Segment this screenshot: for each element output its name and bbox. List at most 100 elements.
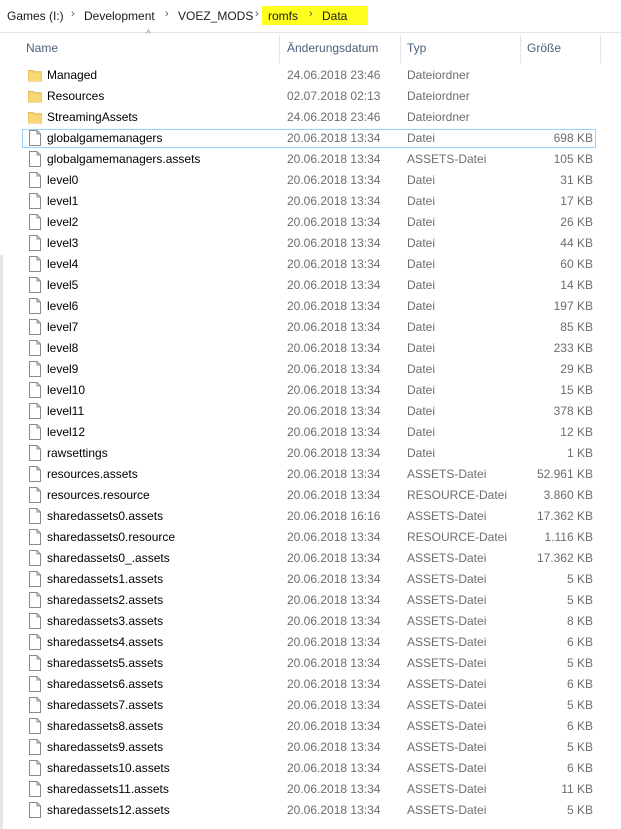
file-row[interactable]: level3 20.06.2018 13:34 Datei 44 KB — [0, 233, 621, 254]
file-name[interactable]: resources.resource — [47, 488, 150, 502]
breadcrumb-item-voez-mods[interactable]: VOEZ_MODS — [178, 9, 253, 23]
file-name[interactable]: sharedassets0_.assets — [47, 551, 170, 565]
file-row[interactable]: level4 20.06.2018 13:34 Datei 60 KB — [0, 254, 621, 275]
file-name[interactable]: level1 — [47, 194, 78, 208]
file-name[interactable]: level9 — [47, 362, 78, 376]
file-name[interactable]: sharedassets11.assets — [47, 782, 169, 796]
file-name[interactable]: level0 — [47, 173, 78, 187]
file-row[interactable]: level5 20.06.2018 13:34 Datei 14 KB — [0, 275, 621, 296]
file-type: Datei — [407, 446, 436, 460]
file-row[interactable]: sharedassets11.assets 20.06.2018 13:34 ASS… — [0, 779, 621, 800]
breadcrumb: Games (I:) › Development › VOEZ_MODS › r… — [0, 0, 621, 33]
file-name[interactable]: level6 — [47, 299, 78, 313]
file-row[interactable]: Resources 02.07.2018 02:13 Dateiordner — [0, 86, 621, 107]
file-name[interactable]: sharedassets4.assets — [47, 635, 163, 649]
file-row[interactable]: sharedassets2.assets 20.06.2018 13:34 ASSE… — [0, 590, 621, 611]
column-divider[interactable] — [400, 35, 401, 63]
file-name[interactable]: Managed — [47, 68, 97, 82]
file-row[interactable]: level6 20.06.2018 13:34 Datei 197 KB — [0, 296, 621, 317]
file-row[interactable]: sharedassets8.assets 20.06.2018 13:34 ASSE… — [0, 716, 621, 737]
file-name[interactable]: resources.assets — [47, 467, 138, 481]
file-name[interactable]: StreamingAssets — [47, 110, 138, 124]
file-row[interactable]: StreamingAssets 24.06.2018 23:46 Dateiordn… — [0, 107, 621, 128]
file-row[interactable]: globalgamemanagers 20.06.2018 13:34 Datei 6… — [0, 128, 621, 149]
file-name[interactable]: sharedassets7.assets — [47, 698, 163, 712]
chevron-right-icon[interactable]: › — [165, 8, 169, 20]
file-name[interactable]: level12 — [47, 425, 85, 439]
file-icon — [28, 592, 42, 608]
file-name[interactable]: sharedassets2.assets — [47, 593, 163, 607]
column-date[interactable]: Änderungsdatum — [287, 41, 378, 55]
file-type: ASSETS-Datei — [407, 761, 487, 775]
column-type[interactable]: Typ — [407, 41, 426, 55]
file-row[interactable]: resources.resource 20.06.2018 13:34 RESOUR… — [0, 485, 621, 506]
file-row[interactable]: sharedassets3.assets 20.06.2018 13:34 ASSE… — [0, 611, 621, 632]
file-row[interactable]: level12 20.06.2018 13:34 Datei 12 KB — [0, 422, 621, 443]
breadcrumb-item-drive[interactable]: Games (I:) — [7, 9, 64, 23]
column-size[interactable]: Größe — [527, 41, 561, 55]
file-row[interactable]: sharedassets9.assets 20.06.2018 13:34 ASSE… — [0, 737, 621, 758]
file-type: Datei — [407, 404, 436, 418]
file-name[interactable]: globalgamemanagers — [47, 131, 162, 145]
file-row[interactable]: sharedassets0.resource 20.06.2018 13:34 RE… — [0, 527, 621, 548]
file-name[interactable]: sharedassets12.assets — [47, 803, 170, 817]
file-row[interactable]: level1 20.06.2018 13:34 Datei 17 KB — [0, 191, 621, 212]
breadcrumb-item-romfs[interactable]: romfs — [268, 9, 298, 23]
file-row[interactable]: globalgamemanagers.assets 20.06.2018 13:3… — [0, 149, 621, 170]
file-row[interactable]: sharedassets4.assets 20.06.2018 13:34 ASSE… — [0, 632, 621, 653]
column-divider[interactable] — [279, 35, 280, 63]
file-name[interactable]: level5 — [47, 278, 78, 292]
file-row[interactable]: Managed 24.06.2018 23:46 Dateiordner — [0, 65, 621, 86]
chevron-right-icon[interactable]: › — [255, 8, 259, 20]
file-icon — [28, 130, 42, 146]
file-row[interactable]: sharedassets5.assets 20.06.2018 13:34 ASSE… — [0, 653, 621, 674]
file-row[interactable]: sharedassets10.assets 20.06.2018 13:34 ASS… — [0, 758, 621, 779]
file-name[interactable]: sharedassets1.assets — [47, 572, 163, 586]
file-name[interactable]: level11 — [47, 404, 84, 418]
file-type: Datei — [407, 236, 436, 250]
file-row[interactable]: sharedassets6.assets 20.06.2018 13:34 ASSE… — [0, 674, 621, 695]
file-row[interactable]: level11 20.06.2018 13:34 Datei 378 KB — [0, 401, 621, 422]
chevron-right-icon[interactable]: › — [71, 8, 75, 20]
chevron-right-icon[interactable]: › — [309, 8, 313, 20]
file-name[interactable]: level10 — [47, 383, 85, 397]
file-name[interactable]: sharedassets0.resource — [47, 530, 175, 544]
file-row[interactable]: level0 20.06.2018 13:34 Datei 31 KB — [0, 170, 621, 191]
file-name[interactable]: sharedassets5.assets — [47, 656, 163, 670]
file-row[interactable]: rawsettings 20.06.2018 13:34 Datei 1 KB — [0, 443, 621, 464]
file-row[interactable]: sharedassets7.assets 20.06.2018 13:34 ASSE… — [0, 695, 621, 716]
column-name[interactable]: Name — [26, 41, 58, 55]
file-name[interactable]: sharedassets9.assets — [47, 740, 163, 754]
file-row[interactable]: sharedassets1.assets 20.06.2018 13:34 ASSE… — [0, 569, 621, 590]
file-row[interactable]: level2 20.06.2018 13:34 Datei 26 KB — [0, 212, 621, 233]
file-row[interactable]: sharedassets0.assets 20.06.2018 16:16 ASSE… — [0, 506, 621, 527]
file-name[interactable]: rawsettings — [47, 446, 108, 460]
file-name[interactable]: sharedassets10.assets — [47, 761, 170, 775]
file-name[interactable]: sharedassets3.assets — [47, 614, 163, 628]
file-name[interactable]: globalgamemanagers.assets — [47, 152, 200, 166]
file-icon — [28, 571, 42, 587]
breadcrumb-item-development[interactable]: Development — [84, 9, 155, 23]
file-name[interactable]: level3 — [47, 236, 78, 250]
file-name[interactable]: Resources — [47, 89, 104, 103]
file-type: Datei — [407, 257, 436, 271]
file-name[interactable]: level8 — [47, 341, 78, 355]
file-name[interactable]: sharedassets0.assets — [47, 509, 163, 523]
file-row[interactable]: sharedassets12.assets 20.06.2018 13:34 ASS… — [0, 800, 621, 821]
file-row[interactable]: level7 20.06.2018 13:34 Datei 85 KB — [0, 317, 621, 338]
column-divider[interactable] — [600, 35, 601, 63]
column-divider[interactable] — [520, 35, 521, 63]
file-row[interactable]: level8 20.06.2018 13:34 Datei 233 KB — [0, 338, 621, 359]
file-row[interactable]: level9 20.06.2018 13:34 Datei 29 KB — [0, 359, 621, 380]
breadcrumb-item-data[interactable]: Data — [322, 9, 347, 23]
file-name[interactable]: level2 — [47, 215, 78, 229]
file-name[interactable]: sharedassets8.assets — [47, 719, 163, 733]
file-row[interactable]: resources.assets 20.06.2018 13:34 ASSETS-D… — [0, 464, 621, 485]
file-name[interactable]: sharedassets6.assets — [47, 677, 163, 691]
file-date: 20.06.2018 13:34 — [287, 320, 381, 334]
file-name[interactable]: level4 — [47, 257, 78, 271]
file-row[interactable]: level10 20.06.2018 13:34 Datei 15 KB — [0, 380, 621, 401]
file-icon — [28, 613, 42, 629]
file-row[interactable]: sharedassets0_.assets 20.06.2018 13:34 ASS… — [0, 548, 621, 569]
file-name[interactable]: level7 — [47, 320, 78, 334]
